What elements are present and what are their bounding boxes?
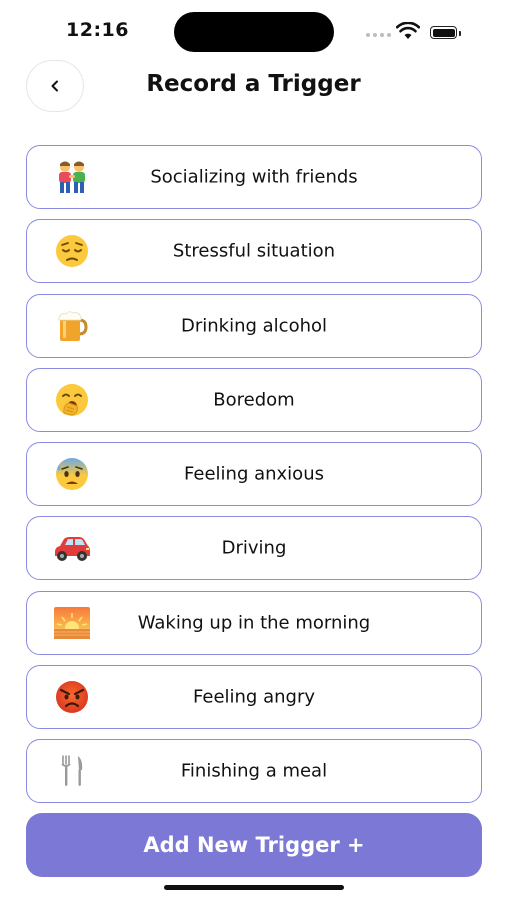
angry-face-icon [53,678,91,716]
wifi-icon [396,22,420,39]
trigger-label: Finishing a meal [180,760,328,782]
trigger-item-boredom[interactable]: Boredom [26,367,482,432]
home-indicator [164,885,344,890]
trigger-item-driving[interactable]: Driving [26,516,482,581]
trigger-item-stressful[interactable]: Stressful situation [26,219,482,284]
yawning-face-icon [53,381,91,419]
trigger-label: Feeling angry [193,686,315,708]
trigger-item-drinking[interactable]: Drinking alcohol [26,293,482,358]
status-time: 12:16 [66,19,129,41]
dynamic-island [174,12,334,52]
trigger-label: Socializing with friends [150,166,358,188]
trigger-label: Boredom [213,389,295,411]
anxious-sweat-face-icon [53,455,91,493]
battery-icon [430,26,457,39]
status-icons [366,22,466,42]
trigger-item-anxious[interactable]: Feeling anxious [26,442,482,507]
two-people-icon [53,158,91,196]
trigger-item-angry[interactable]: Feeling angry [26,665,482,730]
trigger-item-waking[interactable]: Waking up in the morning [26,590,482,655]
red-car-icon [53,529,91,567]
trigger-list: Socializing with friends Stressful situa… [26,145,482,814]
trigger-label: Stressful situation [172,240,336,262]
trigger-label: Driving [221,537,287,559]
pensive-face-icon [53,232,91,270]
sunrise-icon [53,604,91,642]
trigger-item-meal[interactable]: Finishing a meal [26,739,482,804]
fork-knife-icon [53,752,91,790]
trigger-label: Feeling anxious [184,463,324,485]
add-new-trigger-button[interactable]: Add New Trigger + [26,813,482,877]
trigger-label: Drinking alcohol [180,315,327,337]
trigger-item-socializing[interactable]: Socializing with friends [26,145,482,209]
cellular-signal-icon [366,33,391,37]
trigger-label: Waking up in the morning [137,612,371,634]
beer-mug-icon [53,307,91,345]
page-title: Record a Trigger [146,71,361,97]
add-new-trigger-label: Add New Trigger + [143,833,365,857]
